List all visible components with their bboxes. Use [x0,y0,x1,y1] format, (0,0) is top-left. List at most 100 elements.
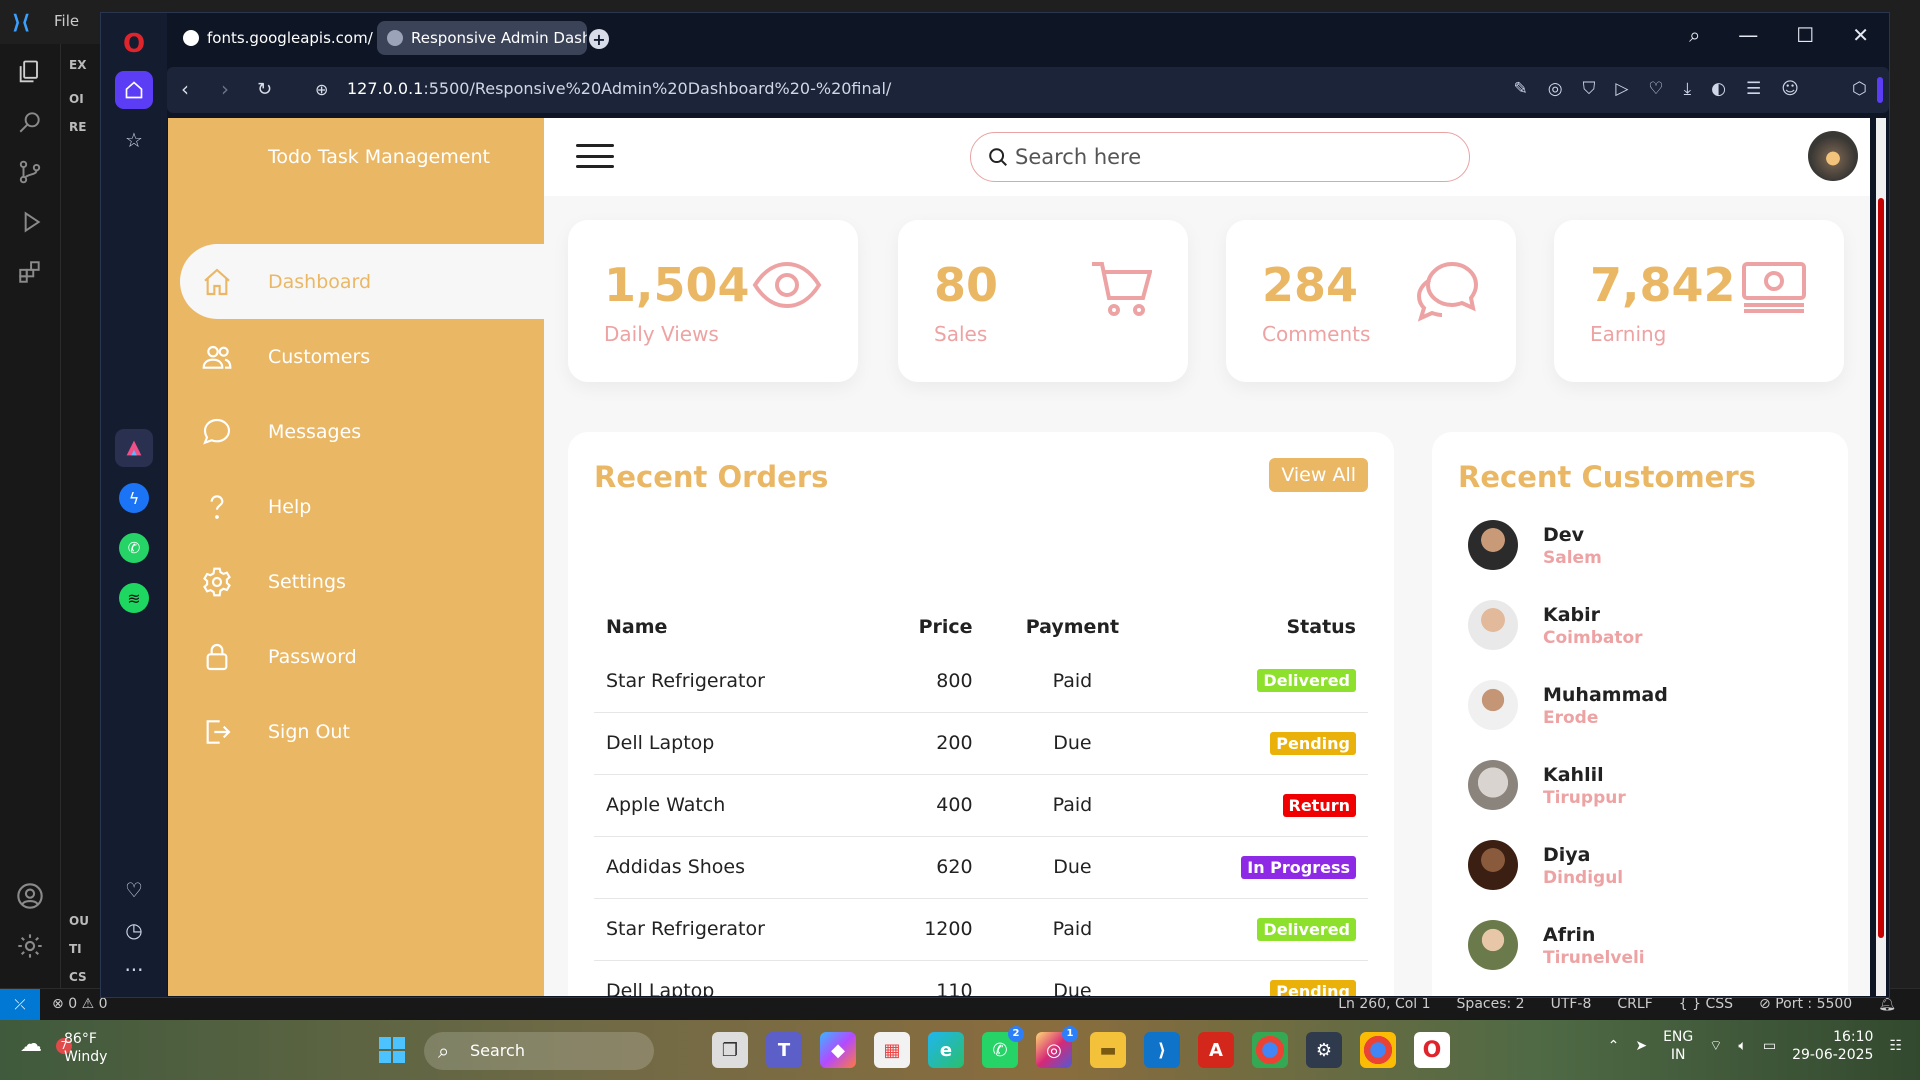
indentation[interactable]: Spaces: 2 [1457,996,1525,1012]
list-item[interactable]: Kabir Coimbator [1468,600,1828,680]
extensions-cube-icon[interactable]: ⬡ [1852,79,1867,99]
history-clock-icon[interactable]: ◷ [115,911,153,949]
language-mode[interactable]: { } CSS [1679,996,1733,1012]
download-icon[interactable]: ⤓ [1684,79,1692,99]
page-scrollbar[interactable] [1876,118,1886,996]
reload-icon[interactable]: ↻ [257,79,272,100]
list-item[interactable]: Kahlil Tiruppur [1468,760,1828,840]
problems-indicator[interactable]: ⊗ 0 ⚠ 0 [52,996,108,1012]
user-avatar[interactable] [1808,131,1858,181]
back-icon[interactable]: ‹ [181,77,189,101]
edge-icon[interactable]: e [928,1032,964,1068]
explorer-row[interactable]: CS [69,970,87,984]
store-icon[interactable]: ▦ [874,1032,910,1068]
whatsapp-icon[interactable]: ✆ [115,529,153,567]
cursor-position[interactable]: Ln 260, Col 1 [1338,996,1430,1012]
sidebar-item-help[interactable]: Help [168,469,544,544]
sidebar-item-customers[interactable]: Customers [168,319,544,394]
bell-icon[interactable]: 🔔︎ [1878,996,1896,1012]
list-item[interactable]: Diya Dindigul [1468,840,1828,920]
card-comments[interactable]: 284 Comments [1226,220,1516,382]
taskbar-search[interactable]: ⌕ Search [424,1032,654,1070]
table-row[interactable]: Dell Laptop 110 Due Pending [594,960,1368,996]
edit-icon[interactable]: ✎ [1513,79,1527,99]
heart-icon[interactable]: ♡ [115,871,153,909]
scrollbar-thumb[interactable] [1878,198,1884,938]
tab-admin-dashboard[interactable]: Responsive Admin Dashb [377,21,587,55]
table-row[interactable]: Apple Watch 400 Paid Return [594,774,1368,837]
heart-icon[interactable]: ♡ [1648,79,1663,99]
manage-gear-icon[interactable] [14,930,46,962]
bookmarks-star-icon[interactable]: ☆ [115,121,153,159]
extensions-icon[interactable] [14,256,46,288]
sidebar-item-password[interactable]: Password [168,619,544,694]
table-row[interactable]: Addidas Shoes 620 Due In Progress [594,836,1368,899]
whatsapp-taskbar-icon[interactable]: ✆ 2 [982,1026,1024,1068]
chrome-profile-icon[interactable] [1360,1032,1396,1068]
explorer-icon[interactable] [14,56,46,88]
task-view-icon[interactable]: ❐ [712,1032,748,1068]
language-indicator[interactable]: ENG IN [1663,1028,1693,1064]
list-item[interactable]: Afrin Tirunelveli [1468,920,1828,996]
site-info-icon[interactable]: ⊕ [315,80,328,99]
explorer-row[interactable]: RE [69,120,86,134]
shield-icon[interactable]: ⛉ [1583,79,1596,99]
vscode-taskbar-icon[interactable]: ⟩ [1144,1032,1180,1068]
opera-taskbar-icon[interactable]: O [1414,1032,1450,1068]
tab-google-fonts[interactable]: fonts.googleapis.com/css2 [173,21,373,55]
search-input[interactable] [1015,145,1435,169]
spotify-icon[interactable]: ≋ [115,579,153,617]
settings-taskbar-icon[interactable]: ⚙ [1306,1032,1342,1068]
table-row[interactable]: Star Refrigerator 1200 Paid Delivered [594,898,1368,961]
table-row[interactable]: Star Refrigerator 800 Paid Delivered [594,650,1368,713]
card-daily-views[interactable]: 1,504 Daily Views [568,220,858,382]
forward-icon[interactable]: › [221,77,229,101]
home-icon[interactable] [115,71,153,109]
sidebar-item-settings[interactable]: Settings [168,544,544,619]
wifi-icon[interactable]: ⌔ [1709,1037,1722,1055]
explorer-row[interactable]: OI [69,92,84,106]
sidebar-item-sign-out[interactable]: Sign Out [168,694,544,769]
close-icon[interactable]: ✕ [1852,23,1869,47]
run-debug-icon[interactable] [14,206,46,238]
live-server-port[interactable]: ⊘ Port : 5500 [1759,996,1852,1012]
encoding[interactable]: UTF-8 [1551,996,1592,1012]
explorer-row[interactable]: OU [69,914,89,928]
more-icon[interactable]: ··· [115,951,153,989]
source-control-icon[interactable] [14,156,46,188]
acrobat-icon[interactable]: A [1198,1032,1234,1068]
menu-toggle-icon[interactable] [576,144,614,168]
play-icon[interactable]: ▷ [1615,79,1628,99]
clock[interactable]: 16:10 29-06-2025 [1792,1028,1873,1064]
instagram-icon[interactable]: ◎ 1 [1036,1026,1078,1068]
teams-icon[interactable]: T [766,1032,802,1068]
profile-icon[interactable]: ☺ [1781,79,1799,99]
table-row[interactable]: Dell Laptop 200 Due Pending [594,712,1368,775]
list-item[interactable]: Dev Salem [1468,520,1828,600]
menu-file[interactable]: File [54,12,79,30]
remote-indicator-icon[interactable]: ⤫ [0,989,40,1021]
aria-icon[interactable] [115,429,153,467]
sidebar-item-messages[interactable]: Messages [168,394,544,469]
copilot-icon[interactable]: ◆ [820,1032,856,1068]
battery-saver-icon[interactable]: ◐ [1711,79,1726,99]
messenger-icon[interactable]: ϟ [115,479,153,517]
chrome-icon[interactable] [1252,1032,1288,1068]
notifications-icon[interactable]: ☷ [1889,1038,1902,1054]
list-item[interactable]: Muhammad Erode [1468,680,1828,760]
account-icon[interactable] [14,880,46,912]
explorer-row[interactable]: TI [69,942,82,956]
search-tabs-icon[interactable]: ⌕ [1689,23,1700,47]
chevron-up-icon[interactable]: ⌃ [1608,1038,1620,1054]
camera-icon[interactable]: ◎ [1548,79,1563,99]
brand-title[interactable]: Todo Task Management [268,146,490,168]
volume-icon[interactable]: 🔈︎ [1738,1038,1746,1054]
search-icon[interactable] [14,106,46,138]
easy-setup-icon[interactable]: ☰ [1746,79,1761,99]
opera-logo-icon[interactable]: O [115,25,153,63]
maximize-icon[interactable]: ☐ [1796,23,1814,47]
sidebar-item-dashboard[interactable]: Dashboard [180,244,544,319]
card-earning[interactable]: 7,842 Earning [1554,220,1844,382]
url-field[interactable]: 127.0.0.1:5500/Responsive%20Admin%20Dash… [347,79,891,98]
view-all-button[interactable]: View All [1269,458,1368,492]
